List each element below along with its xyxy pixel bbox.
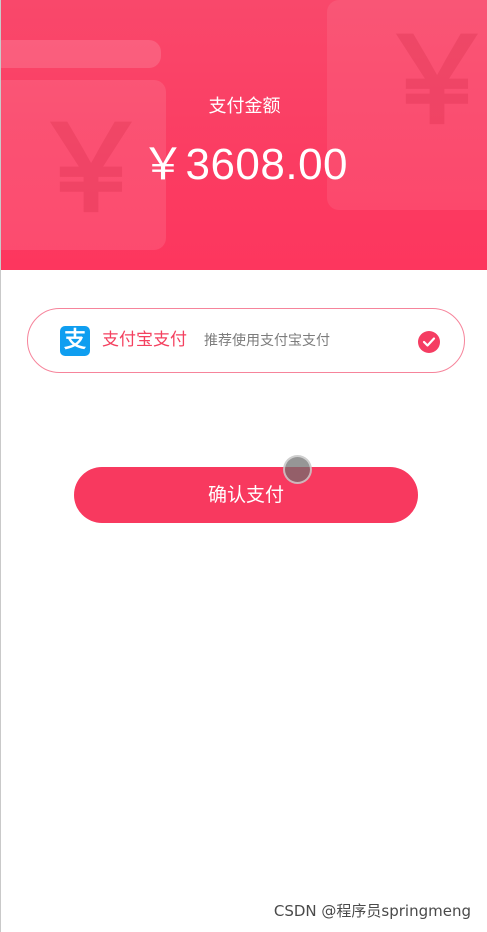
selected-check-icon[interactable]	[418, 331, 440, 353]
yen-decor-icon: ￥	[377, 12, 487, 151]
watermark: CSDN @程序员springmeng	[273, 902, 471, 920]
amount-value: ￥3608.00	[140, 140, 349, 189]
amount-label: 支付金额	[208, 96, 281, 117]
touch-indicator	[283, 455, 312, 484]
alipay-payment-option[interactable]: 支 支付宝支付 推荐使用支付宝支付	[27, 308, 465, 373]
payment-method-name: 支付宝支付	[102, 330, 187, 350]
alipay-icon: 支	[60, 326, 90, 356]
payment-header: ￥ ￥ 支付金额 ￥3608.00	[1, 0, 487, 270]
payment-method-description: 推荐使用支付宝支付	[204, 333, 330, 349]
confirm-payment-button[interactable]: 确认支付	[74, 467, 418, 523]
payment-page: ￥ ￥ 支付金额 ￥3608.00 支 支付宝支付 推荐使用支付宝支付 确认支付…	[0, 0, 487, 932]
decorative-bar	[1, 40, 161, 68]
